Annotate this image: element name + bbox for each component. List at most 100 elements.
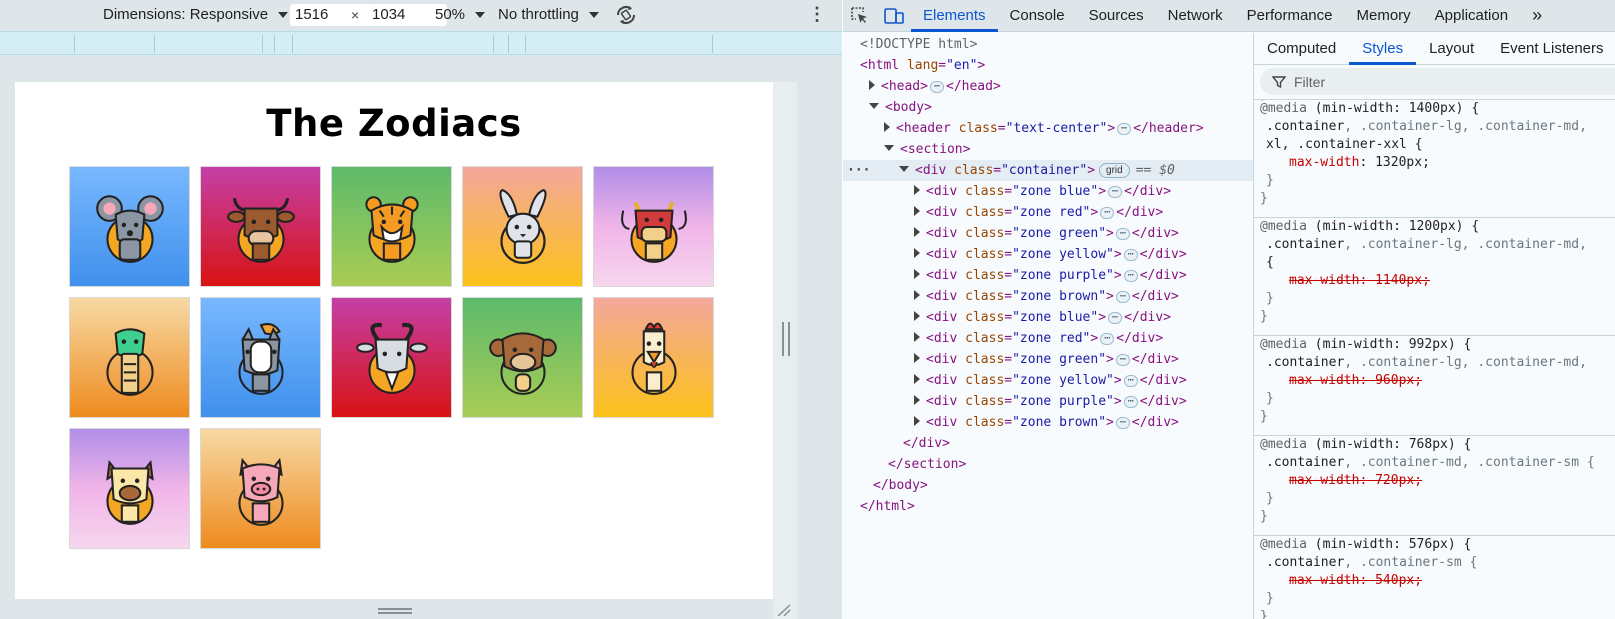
page-title: The Zodiacs [266, 102, 522, 145]
zodiac-grid [69, 166, 729, 549]
tree-zone-div[interactable]: <div class="zone red"> ⋯ </div> [914, 328, 1163, 349]
tree-zone-div[interactable]: <div class="zone brown"> ⋯ </div> [914, 412, 1179, 433]
tab-elements[interactable]: Elements [911, 0, 998, 32]
resize-corner-icon[interactable] [776, 604, 792, 616]
more-actions-icon[interactable]: ··· [847, 160, 870, 181]
tree-zone-div[interactable]: <div class="zone green"> ⋯ </div> [914, 223, 1179, 244]
zone-dragon [593, 166, 714, 287]
collapse-arrow-icon[interactable] [899, 166, 909, 172]
expand-arrow-icon[interactable] [914, 374, 920, 384]
expand-arrow-icon[interactable] [914, 269, 920, 279]
zone-goat [331, 297, 452, 418]
styles-subtab-bar: Computed Styles Layout Event Listeners [1254, 33, 1615, 65]
tree-head[interactable]: <head> ⋯ </head> [869, 76, 1001, 97]
tree-zone-div[interactable]: <div class="zone yellow"> ⋯ </div> [914, 244, 1187, 265]
rotate-icon[interactable] [614, 3, 638, 31]
page-viewport: The Zodiacs [15, 82, 773, 599]
expand-arrow-icon[interactable] [914, 185, 920, 195]
device-toggle-icon[interactable] [877, 0, 911, 32]
monkey-icon [488, 331, 557, 395]
media-rule[interactable]: @media (min-width: 1400px) {.container, … [1254, 99, 1615, 208]
tab-sources[interactable]: Sources [1077, 0, 1156, 32]
snake-icon [105, 327, 154, 396]
tree-zone-div[interactable]: <div class="zone purple"> ⋯ </div> [914, 265, 1187, 286]
expand-arrow-icon[interactable] [914, 206, 920, 216]
more-options-icon[interactable]: ⋮ [808, 4, 826, 25]
zone-ox [200, 166, 321, 287]
tab-event-listeners[interactable]: Event Listeners [1487, 33, 1615, 65]
dimension-separator: × [351, 7, 360, 23]
tree-section-close[interactable]: </section> [888, 454, 966, 475]
tree-body[interactable]: <body> [869, 97, 932, 118]
collapse-arrow-icon[interactable] [884, 145, 894, 151]
media-rule[interactable]: @media (min-width: 768px) {.container, .… [1254, 435, 1615, 526]
grid-badge[interactable]: grid [1099, 163, 1130, 178]
tree-zone-div[interactable]: <div class="zone green"> ⋯ </div> [914, 349, 1179, 370]
rooster-icon [630, 322, 677, 395]
throttling-dropdown[interactable]: No throttling [498, 6, 599, 23]
tree-zone-div[interactable]: <div class="zone blue"> ⋯ </div> [914, 307, 1171, 328]
collapse-arrow-icon[interactable] [869, 103, 879, 109]
expand-arrow-icon[interactable] [914, 311, 920, 321]
resize-handle-bottom[interactable] [378, 608, 412, 614]
tab-network[interactable]: Network [1156, 0, 1235, 32]
tab-layout[interactable]: Layout [1416, 33, 1487, 65]
filter-icon [1272, 75, 1286, 88]
devtools-panel: Elements Console Sources Network Perform… [843, 0, 1615, 619]
media-rule[interactable]: @media (min-width: 1200px) {.container, … [1254, 217, 1615, 326]
tree-section[interactable]: <section> [884, 139, 970, 160]
dragon-icon [620, 201, 687, 263]
device-mode-pane: Dimensions: Responsive 1516 × 1034 50% N… [0, 0, 842, 619]
tab-computed[interactable]: Computed [1254, 33, 1349, 65]
zone-horse [200, 297, 321, 418]
style-rules-list: } @media (min-width: 1400px) {.container… [1254, 99, 1615, 619]
expand-arrow-icon[interactable] [914, 290, 920, 300]
zone-rat [69, 166, 190, 287]
tree-header[interactable]: <header class="text-center"> ⋯ </header> [884, 118, 1204, 139]
media-rule[interactable]: @media (min-width: 992px) {.container, .… [1254, 335, 1615, 426]
expand-arrow-icon[interactable] [914, 395, 920, 405]
filter-placeholder: Filter [1294, 73, 1326, 90]
expand-arrow-icon[interactable] [884, 122, 890, 132]
dimensions-dropdown[interactable]: Dimensions: Responsive [103, 6, 289, 23]
tree-body-close[interactable]: </body> [873, 475, 928, 496]
styles-filter-input[interactable]: Filter [1260, 68, 1615, 95]
chevron-down-icon [278, 11, 289, 18]
tree-div-close[interactable]: </div> [903, 433, 950, 454]
zoom-label: 50% [435, 6, 466, 23]
tree-html-close[interactable]: </html> [860, 496, 915, 517]
tree-doctype[interactable]: <!DOCTYPE html> [860, 34, 977, 55]
styles-pane: Computed Styles Layout Event Listeners F… [1254, 33, 1615, 619]
tab-performance[interactable]: Performance [1235, 0, 1345, 32]
tree-zone-div[interactable]: <div class="zone brown"> ⋯ </div> [914, 286, 1179, 307]
media-rule[interactable]: @media (min-width: 576px) {.container, .… [1254, 535, 1615, 619]
devtools-tab-bar: Elements Console Sources Network Perform… [843, 0, 1615, 32]
dog-icon [105, 459, 154, 525]
tab-console[interactable]: Console [998, 0, 1077, 32]
expand-arrow-icon[interactable] [869, 80, 875, 90]
zone-tiger [331, 166, 452, 287]
expand-arrow-icon[interactable] [914, 227, 920, 237]
dimensions-label: Dimensions: Responsive [103, 6, 269, 23]
expand-arrow-icon[interactable] [914, 332, 920, 342]
expand-arrow-icon[interactable] [914, 353, 920, 363]
media-query-ruler [0, 31, 842, 55]
ox-icon [226, 197, 295, 263]
expand-arrow-icon[interactable] [914, 248, 920, 258]
tree-zone-div[interactable]: <div class="zone blue"> ⋯ </div> [914, 181, 1171, 202]
resize-handle-right[interactable] [782, 322, 790, 356]
tab-application[interactable]: Application [1423, 0, 1520, 32]
tree-container-selected[interactable]: ··· <div class="container"> grid == $0 [843, 160, 1253, 181]
tree-zone-div[interactable]: <div class="zone yellow"> ⋯ </div> [914, 370, 1187, 391]
zone-monkey [462, 297, 583, 418]
zoom-dropdown[interactable]: 50% [435, 6, 486, 23]
device-toolbar: Dimensions: Responsive 1516 × 1034 50% N… [0, 0, 842, 31]
tree-zone-div[interactable]: <div class="zone purple"> ⋯ </div> [914, 391, 1187, 412]
inspect-element-icon[interactable] [843, 0, 877, 32]
tree-html[interactable]: <html lang="en"> [860, 55, 985, 76]
expand-arrow-icon[interactable] [914, 416, 920, 426]
tab-styles[interactable]: Styles [1349, 33, 1417, 65]
tree-zone-div[interactable]: <div class="zone red"> ⋯ </div> [914, 202, 1163, 223]
more-tabs-icon[interactable]: » [1520, 0, 1554, 32]
tab-memory[interactable]: Memory [1345, 0, 1423, 32]
